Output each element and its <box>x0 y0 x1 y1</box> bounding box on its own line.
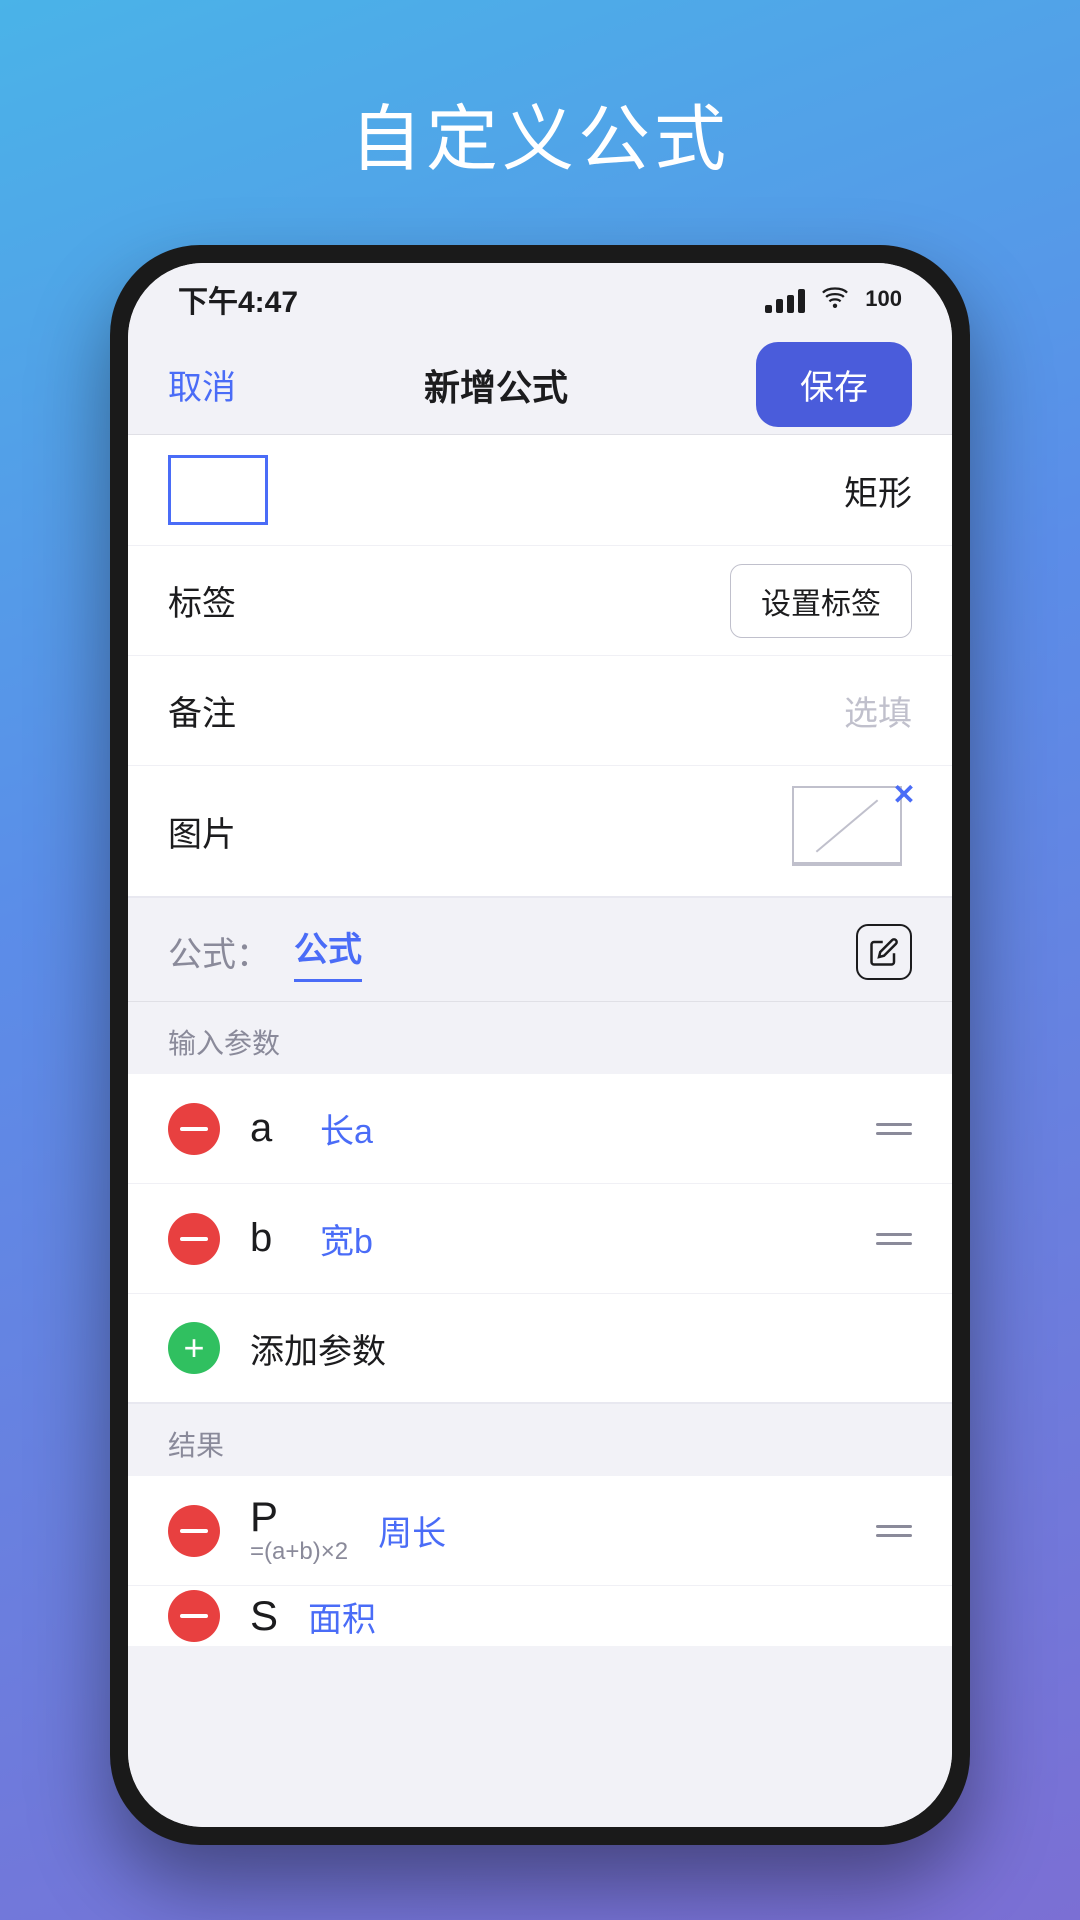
formula-tab-item[interactable]: 公式 <box>294 922 362 982</box>
params-list: a 长a b 宽b <box>128 1074 952 1404</box>
content-area: 矩形 标签 设置标签 备注 选填 图片 ✕ <box>128 435 952 1827</box>
params-header-text: 输入参数 <box>168 1028 280 1059</box>
result-name-s: 面积 <box>308 1592 912 1641</box>
remove-param-b-button[interactable] <box>168 1213 220 1265</box>
status-bar: 下午4:47 100 <box>128 263 952 335</box>
add-param-label: 添加参数 <box>250 1324 386 1373</box>
status-time: 下午4:47 <box>178 277 298 321</box>
shape-row: 矩形 <box>128 435 952 546</box>
battery-icon: 100 <box>865 286 902 312</box>
drag-handle-a[interactable] <box>876 1123 912 1135</box>
result-name-p: 周长 <box>378 1506 846 1555</box>
cancel-button[interactable]: 取消 <box>168 360 236 409</box>
remark-row: 备注 选填 <box>128 656 952 766</box>
formula-edit-button[interactable] <box>856 924 912 980</box>
remark-field-label: 备注 <box>168 686 236 735</box>
image-thumbnail-container[interactable]: ✕ <box>792 786 912 876</box>
result-formula-p: =(a+b)×2 <box>250 1538 348 1566</box>
signal-icon <box>765 285 805 313</box>
status-icons: 100 <box>765 284 902 315</box>
drag-handle-b[interactable] <box>876 1233 912 1245</box>
remove-param-a-button[interactable] <box>168 1103 220 1155</box>
param-row-a: a 长a <box>128 1074 952 1184</box>
add-param-row[interactable]: + 添加参数 <box>128 1294 952 1404</box>
results-list: P =(a+b)×2 周长 S 面积 <box>128 1476 952 1646</box>
formula-static-label: 公式： <box>168 927 270 976</box>
label-row: 标签 设置标签 <box>128 546 952 656</box>
formula-tab-bar: 公式： 公式 <box>128 902 952 1002</box>
results-section-header: 结果 <box>128 1404 952 1476</box>
shape-preview <box>168 455 268 525</box>
label-field-label: 标签 <box>168 576 236 625</box>
param-var-a: a <box>250 1106 290 1151</box>
result-row-s: S 面积 <box>128 1586 952 1646</box>
image-remove-button[interactable]: ✕ <box>886 776 922 812</box>
remove-result-p-button[interactable] <box>168 1505 220 1557</box>
formula-tab-left: 公式： 公式 <box>168 922 362 982</box>
result-var-group-p: P =(a+b)×2 <box>250 1496 348 1566</box>
remark-placeholder: 选填 <box>844 686 912 735</box>
shape-label: 矩形 <box>844 466 912 515</box>
results-header-text: 结果 <box>168 1430 224 1461</box>
drag-handle-p[interactable] <box>876 1525 912 1537</box>
background-title-area: 自定义公式 <box>0 0 1080 245</box>
image-row: 图片 ✕ <box>128 766 952 898</box>
result-var-p: P <box>250 1496 278 1538</box>
remove-result-s-button[interactable] <box>168 1590 220 1642</box>
image-field-label: 图片 <box>168 807 236 856</box>
wifi-icon <box>821 284 849 315</box>
result-row-p: P =(a+b)×2 周长 <box>128 1476 952 1586</box>
param-name-b: 宽b <box>320 1214 846 1263</box>
result-var-s: S <box>250 1595 278 1637</box>
params-section-header: 输入参数 <box>128 1002 952 1074</box>
page-title: 新增公式 <box>424 359 568 411</box>
phone-screen: 下午4:47 100 <box>128 263 952 1827</box>
phone-mockup: 下午4:47 100 <box>110 245 970 1845</box>
set-tag-button[interactable]: 设置标签 <box>730 564 912 638</box>
param-var-b: b <box>250 1216 290 1261</box>
add-param-button[interactable]: + <box>168 1322 220 1374</box>
background-title: 自定义公式 <box>350 80 730 185</box>
param-row-b: b 宽b <box>128 1184 952 1294</box>
param-name-a: 长a <box>320 1104 846 1153</box>
save-button[interactable]: 保存 <box>756 342 912 427</box>
navigation-bar: 取消 新增公式 保存 <box>128 335 952 435</box>
formula-section: 公式： 公式 <box>128 902 952 1002</box>
